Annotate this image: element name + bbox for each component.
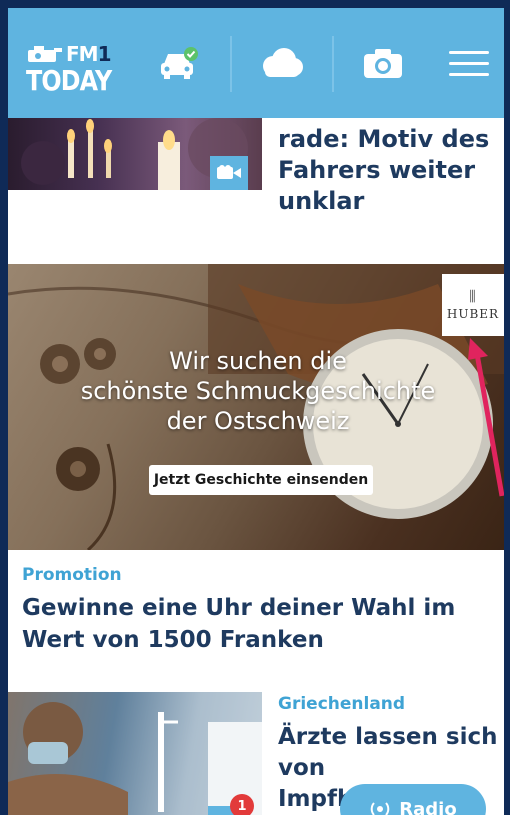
promo-banner[interactable]: Wir suchen die schönste Schmuckgeschicht… bbox=[8, 264, 504, 550]
article-thumbnail-vaccination[interactable] bbox=[8, 692, 262, 815]
article-title-line: Ärzte lassen sich bbox=[278, 724, 498, 750]
promo-category-label[interactable]: Promotion bbox=[22, 565, 122, 585]
radio-button[interactable]: Radio bbox=[340, 784, 486, 815]
traffic-car-icon[interactable] bbox=[154, 38, 204, 88]
article-title-line: rade: Motiv des bbox=[278, 125, 490, 153]
logo-fm-text: FM1 bbox=[66, 42, 111, 66]
menu-icon[interactable] bbox=[444, 38, 494, 88]
article-title-clip[interactable]: Verkehr rade: Motiv des Fahrers weiter u… bbox=[278, 118, 504, 228]
huber-mark-icon: ⫼ bbox=[469, 289, 477, 305]
app-header: FM1 TODAY bbox=[8, 8, 504, 118]
radio-label: Radio bbox=[399, 798, 457, 815]
article-title-line: Fahrers weiter bbox=[278, 156, 476, 184]
weather-cloud-icon[interactable] bbox=[256, 38, 306, 88]
banner-headline-line: schönste Schmuckgeschichte bbox=[80, 377, 436, 405]
banner-headline-line: Wir suchen die bbox=[169, 347, 347, 375]
video-icon bbox=[210, 156, 248, 190]
camera-icon[interactable] bbox=[358, 38, 408, 88]
logo-camera-icon bbox=[28, 46, 62, 62]
submit-story-button[interactable]: Jetzt Geschichte einsenden bbox=[149, 465, 373, 495]
app-frame: Verkehr rade: Motiv des Fahrers weiter u… bbox=[8, 8, 504, 815]
logo-today-text: TODAY bbox=[26, 64, 112, 97]
header-divider bbox=[332, 36, 334, 92]
promo-title[interactable]: Gewinne eine Uhr deiner Wahl im Wert von… bbox=[22, 592, 492, 656]
article-category-label[interactable]: Griechenland bbox=[278, 694, 405, 714]
article-title[interactable]: Verkehr rade: Motiv des Fahrers weiter u… bbox=[278, 118, 498, 217]
huber-logo-text: HUBER bbox=[446, 307, 500, 321]
notification-count-badge: 1 bbox=[230, 794, 254, 815]
banner-headline-line: der Ostschweiz bbox=[166, 407, 350, 435]
red-arrow-icon bbox=[468, 338, 504, 497]
radio-broadcast-icon bbox=[370, 802, 390, 815]
huber-logo: ⫼ HUBER bbox=[442, 274, 504, 336]
header-divider bbox=[230, 36, 232, 92]
banner-headline: Wir suchen die schönste Schmuckgeschicht… bbox=[58, 346, 458, 436]
fm1-today-logo[interactable]: FM1 TODAY bbox=[26, 38, 116, 98]
article-title-line: unklar bbox=[278, 187, 365, 215]
